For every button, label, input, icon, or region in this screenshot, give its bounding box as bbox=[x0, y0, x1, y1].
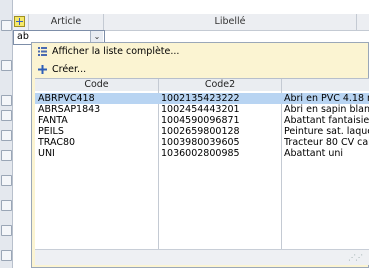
toolbar-icon[interactable] bbox=[1, 95, 12, 106]
column-header-article[interactable]: Article bbox=[29, 14, 103, 30]
toolbar-icon[interactable] bbox=[1, 200, 12, 211]
cell-label[interactable]: Peinture sat. laquée bbox=[284, 126, 369, 137]
cell-code[interactable]: FANTA bbox=[38, 115, 156, 126]
toolbar-icon[interactable] bbox=[1, 110, 12, 121]
cell-code[interactable]: PEILS bbox=[38, 126, 156, 137]
column-divider bbox=[356, 14, 357, 30]
cell-code[interactable]: ABRPVC418 bbox=[38, 93, 156, 104]
cell-label[interactable]: Abri en sapin blanc bbox=[284, 104, 369, 115]
cell-code2[interactable]: 1004590096871 bbox=[161, 115, 279, 126]
toolbar-icon[interactable] bbox=[1, 20, 12, 31]
column-header-code[interactable]: Code bbox=[35, 79, 158, 91]
cell-label[interactable]: Abri en PVC 4.18 m bbox=[284, 93, 369, 104]
cell-label[interactable]: Tracteur 80 CV cabi bbox=[284, 137, 369, 148]
add-row-icon[interactable] bbox=[14, 16, 25, 27]
column-header-code2[interactable]: Code2 bbox=[159, 79, 281, 91]
toolbar-icon[interactable] bbox=[1, 175, 12, 186]
column-divider bbox=[281, 79, 282, 249]
toolbar-icon[interactable] bbox=[1, 130, 12, 141]
toolbar-icon[interactable] bbox=[1, 150, 12, 161]
cell-code[interactable]: ABRSAP1843 bbox=[38, 104, 156, 115]
cell-code2[interactable]: 1002135423222 bbox=[161, 93, 279, 104]
resize-grip-icon[interactable]: ⋰⋰ bbox=[348, 253, 364, 263]
cell-label[interactable]: Abattant fantaisie bbox=[284, 115, 369, 126]
create-item[interactable]: Créer... bbox=[52, 63, 86, 76]
plus-icon bbox=[38, 65, 47, 74]
column-divider bbox=[158, 79, 159, 249]
cell-code2[interactable]: 1002454443201 bbox=[161, 104, 279, 115]
cell-label[interactable]: Abattant uni bbox=[284, 148, 369, 159]
column-header-libelle[interactable]: Libellé bbox=[104, 14, 356, 30]
toolbar-icon[interactable] bbox=[1, 250, 12, 261]
cell-code2[interactable]: 1003980039605 bbox=[161, 137, 279, 148]
toolbar-icon[interactable] bbox=[1, 225, 12, 236]
show-full-list-item[interactable]: Afficher la liste complète... bbox=[52, 45, 179, 58]
cell-code[interactable]: UNI bbox=[38, 148, 156, 159]
cell-code2[interactable]: 1036002800985 bbox=[161, 148, 279, 159]
horizontal-scrollbar[interactable] bbox=[35, 249, 369, 265]
column-header-label[interactable] bbox=[282, 79, 369, 91]
list-icon bbox=[38, 47, 47, 56]
left-toolbar-strip bbox=[0, 0, 13, 268]
toolbar-icon[interactable] bbox=[1, 60, 12, 71]
cell-code2[interactable]: 1002659800128 bbox=[161, 126, 279, 137]
article-search-value: ab bbox=[17, 31, 29, 42]
cell-code[interactable]: TRAC80 bbox=[38, 137, 156, 148]
